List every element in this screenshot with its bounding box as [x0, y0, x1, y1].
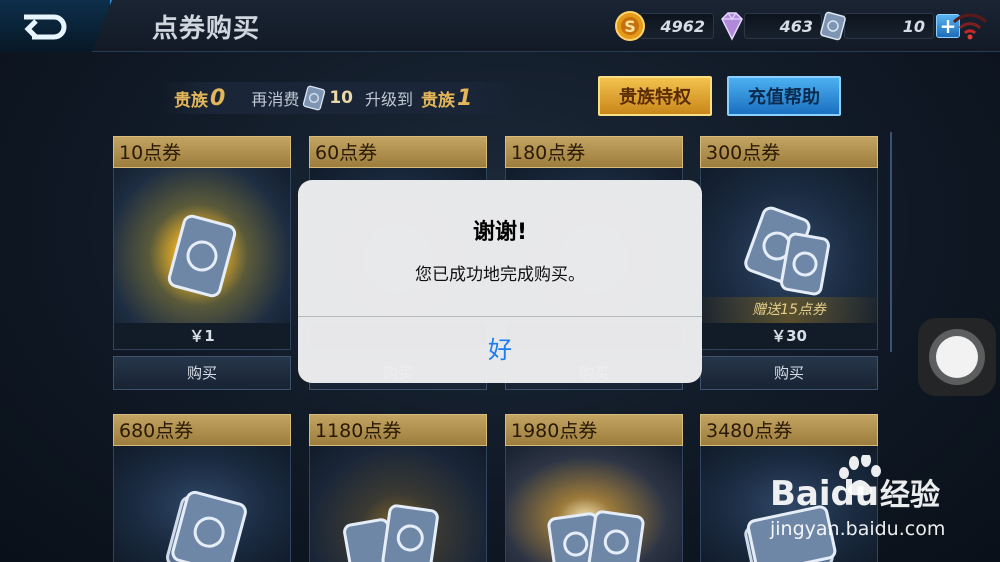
- noble-current-label: 贵族: [174, 90, 208, 111]
- upgrade-text: 升级到: [365, 90, 414, 109]
- card-price: ￥30: [701, 323, 877, 349]
- baidu-jingyan-watermark: Baidu 经验 jingyan.baidu.com: [769, 455, 945, 540]
- gold-amount: 4962: [640, 13, 714, 39]
- diamond-currency: 463: [716, 12, 822, 41]
- dialog-message: 您已成功地完成购买。: [415, 265, 585, 285]
- card-image: [505, 446, 683, 562]
- card-image: [309, 446, 487, 562]
- card-image: ￥1: [113, 168, 291, 350]
- card-title: 1180点券: [309, 414, 487, 446]
- buy-button[interactable]: 购买: [113, 356, 291, 390]
- card-title: 10点券: [113, 136, 291, 168]
- back-arrow-icon: [24, 14, 67, 40]
- svg-text:Baidu: Baidu: [770, 474, 879, 514]
- top-bar: 点券购买 S 4962 463 10 +: [0, 0, 1000, 52]
- card-price: ￥1: [114, 323, 290, 349]
- dialog-title: 谢谢!: [472, 220, 528, 245]
- svg-text:S: S: [624, 17, 636, 36]
- card-title: 3480点券: [700, 414, 878, 446]
- card-bonus: 赠送15点券: [701, 297, 877, 323]
- coupon-card-1980[interactable]: 1980点券: [505, 414, 683, 562]
- diamond-icon: [721, 12, 743, 41]
- noble-current-level: 0: [210, 85, 226, 111]
- card-title: 60点券: [309, 136, 487, 168]
- coupon-ticket-stack-icon: [547, 510, 645, 562]
- card-image: 赠送15点券 ￥30: [700, 168, 878, 350]
- card-title: 180点券: [505, 136, 683, 168]
- noble-privilege-button[interactable]: 贵族特权: [598, 76, 712, 116]
- card-title: 300点券: [700, 136, 878, 168]
- coupon-icon: [820, 11, 846, 41]
- coupon-card-1180[interactable]: 1180点券: [309, 414, 487, 562]
- assistive-touch-dot: [936, 336, 978, 378]
- ok-button[interactable]: 好: [298, 317, 702, 383]
- purchase-success-dialog: 谢谢! 您已成功地完成购买。 好: [298, 180, 702, 383]
- noble-next-level: 1: [457, 85, 473, 111]
- assistive-touch-ring: [929, 329, 985, 385]
- gold-coin-icon: S: [615, 11, 645, 41]
- assistive-touch-button[interactable]: [918, 318, 996, 396]
- spend-amount: 10: [329, 88, 353, 108]
- coupon-card-680[interactable]: 680点券: [113, 414, 291, 562]
- back-button[interactable]: [0, 0, 112, 52]
- coupon-ticket-stack-icon: [343, 504, 439, 562]
- noble-next-label: 贵族: [421, 90, 456, 111]
- card-image: [113, 446, 291, 562]
- coupon-card-300[interactable]: 300点券 赠送15点券 ￥30 购买: [700, 136, 878, 390]
- page-title: 点券购买: [152, 14, 261, 44]
- noble-progress: 贵族 0 再消费 10 升级到 贵族 1: [160, 82, 520, 114]
- scrollbar[interactable]: [890, 132, 892, 352]
- gold-currency: S 4962: [614, 11, 714, 41]
- coupon-card-10[interactable]: 10点券 ￥1 购买: [113, 136, 291, 390]
- coupon-ticket-stack-icon: [166, 490, 247, 562]
- svg-text:jingyan.baidu.com: jingyan.baidu.com: [769, 518, 945, 540]
- wifi-signal-icon: [952, 13, 988, 40]
- svg-text:经验: 经验: [880, 478, 940, 513]
- diamond-amount: 463: [744, 13, 822, 39]
- coupon-amount: 10: [844, 13, 934, 39]
- card-title: 1980点券: [505, 414, 683, 446]
- spend-prefix: 再消费: [251, 90, 300, 109]
- recharge-help-button[interactable]: 充值帮助: [727, 76, 841, 116]
- buy-button[interactable]: 购买: [700, 356, 878, 390]
- card-title: 680点券: [113, 414, 291, 446]
- coupon-icon: [303, 85, 326, 111]
- coupon-currency: 10 +: [818, 11, 960, 41]
